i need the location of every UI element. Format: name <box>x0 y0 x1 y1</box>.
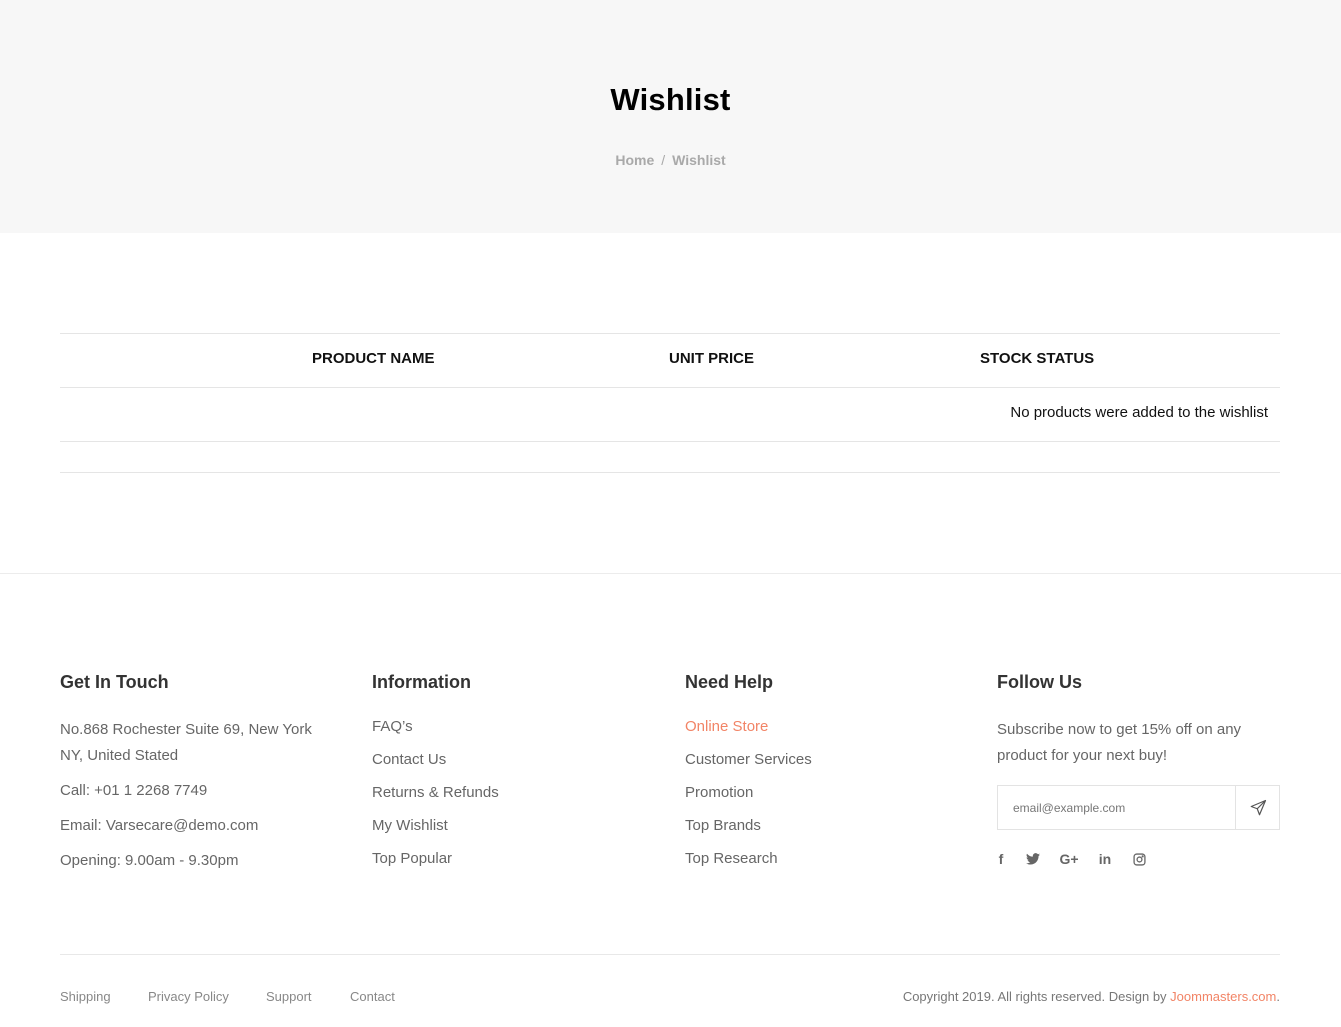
copyright-notice: Copyright 2019. All rights reserved. Des… <box>903 989 1280 1004</box>
footer-divider <box>0 573 1341 574</box>
designer-link[interactable]: Joommasters.com <box>1170 989 1276 1004</box>
column-header-stock-status: STOCK STATUS <box>980 350 1095 367</box>
footer-get-in-touch: Get In Touch <box>60 672 169 693</box>
google-plus-icon[interactable]: G+ <box>1058 850 1080 868</box>
page-header: Wishlist Home / Wishlist <box>0 0 1341 233</box>
column-header-unit-price: UNIT PRICE <box>669 350 755 367</box>
footer-link-top-brands[interactable]: Top Brands <box>685 817 761 834</box>
footer-heading-need-help: Need Help <box>685 672 774 692</box>
address-line-2: NY, United Stated <box>60 747 179 764</box>
send-icon <box>1250 799 1266 815</box>
breadcrumb-separator: / <box>661 152 666 168</box>
bottom-link-privacy-policy[interactable]: Privacy Policy <box>148 989 229 1004</box>
twitter-icon[interactable] <box>1024 850 1042 868</box>
empty-wishlist-message: No products were added to the wishlist <box>1010 404 1268 421</box>
table-top-border <box>60 333 1280 334</box>
breadcrumb-home-link[interactable]: Home <box>615 152 654 168</box>
contact-phone: Call: +01 1 2268 7749 <box>60 782 208 799</box>
newsletter-email-input[interactable] <box>998 786 1236 829</box>
footer-link-returns-refunds[interactable]: Returns & Refunds <box>372 784 499 801</box>
table-bottom-border <box>60 472 1280 473</box>
footer-follow-us: Follow Us <box>997 672 1082 693</box>
footer-link-faqs[interactable]: FAQ’s <box>372 718 413 735</box>
footer-link-promotion[interactable]: Promotion <box>685 784 753 801</box>
breadcrumb: Home / Wishlist <box>0 152 1341 168</box>
subscribe-text: Subscribe now to get 15% off on any prod… <box>997 721 1242 764</box>
footer-link-contact-us[interactable]: Contact Us <box>372 751 446 768</box>
newsletter-form <box>997 785 1280 830</box>
breadcrumb-current: Wishlist <box>672 152 726 168</box>
page-title: Wishlist <box>610 82 731 117</box>
contact-address: No.868 Rochester Suite 69, New York NY, … <box>60 717 312 769</box>
bottom-link-support[interactable]: Support <box>266 989 312 1004</box>
footer-link-my-wishlist[interactable]: My Wishlist <box>372 817 448 834</box>
footer-heading-information: Information <box>372 672 471 692</box>
bottom-link-contact[interactable]: Contact <box>350 989 395 1004</box>
row-border <box>60 441 1280 442</box>
copyright-end: . <box>1276 989 1280 1004</box>
linkedin-icon[interactable]: in <box>1097 850 1113 868</box>
address-line-1: No.868 Rochester Suite 69, New York <box>60 721 312 738</box>
newsletter-submit-button[interactable] <box>1235 786 1279 829</box>
contact-email: Email: Varsecare@demo.com <box>60 817 259 834</box>
footer-need-help: Need Help <box>685 672 773 693</box>
footer-heading-follow-us: Follow Us <box>997 672 1082 692</box>
facebook-icon[interactable]: f <box>994 850 1008 868</box>
footer-heading-get-in-touch: Get In Touch <box>60 672 169 692</box>
footer-information: Information <box>372 672 471 693</box>
bottom-divider <box>60 954 1280 955</box>
instagram-icon[interactable] <box>1131 850 1147 868</box>
footer-link-customer-services[interactable]: Customer Services <box>685 751 812 768</box>
bottom-link-shipping[interactable]: Shipping <box>60 989 111 1004</box>
footer-link-top-research[interactable]: Top Research <box>685 850 778 867</box>
column-header-product-name: PRODUCT NAME <box>312 350 435 367</box>
footer-link-online-store[interactable]: Online Store <box>685 718 768 735</box>
copyright-text: Copyright 2019. All rights reserved. Des… <box>902 989 1171 1004</box>
header-row-border <box>60 387 1280 388</box>
footer-link-top-popular[interactable]: Top Popular <box>372 850 452 867</box>
contact-opening-hours: Opening: 9.00am - 9.30pm <box>60 852 239 869</box>
